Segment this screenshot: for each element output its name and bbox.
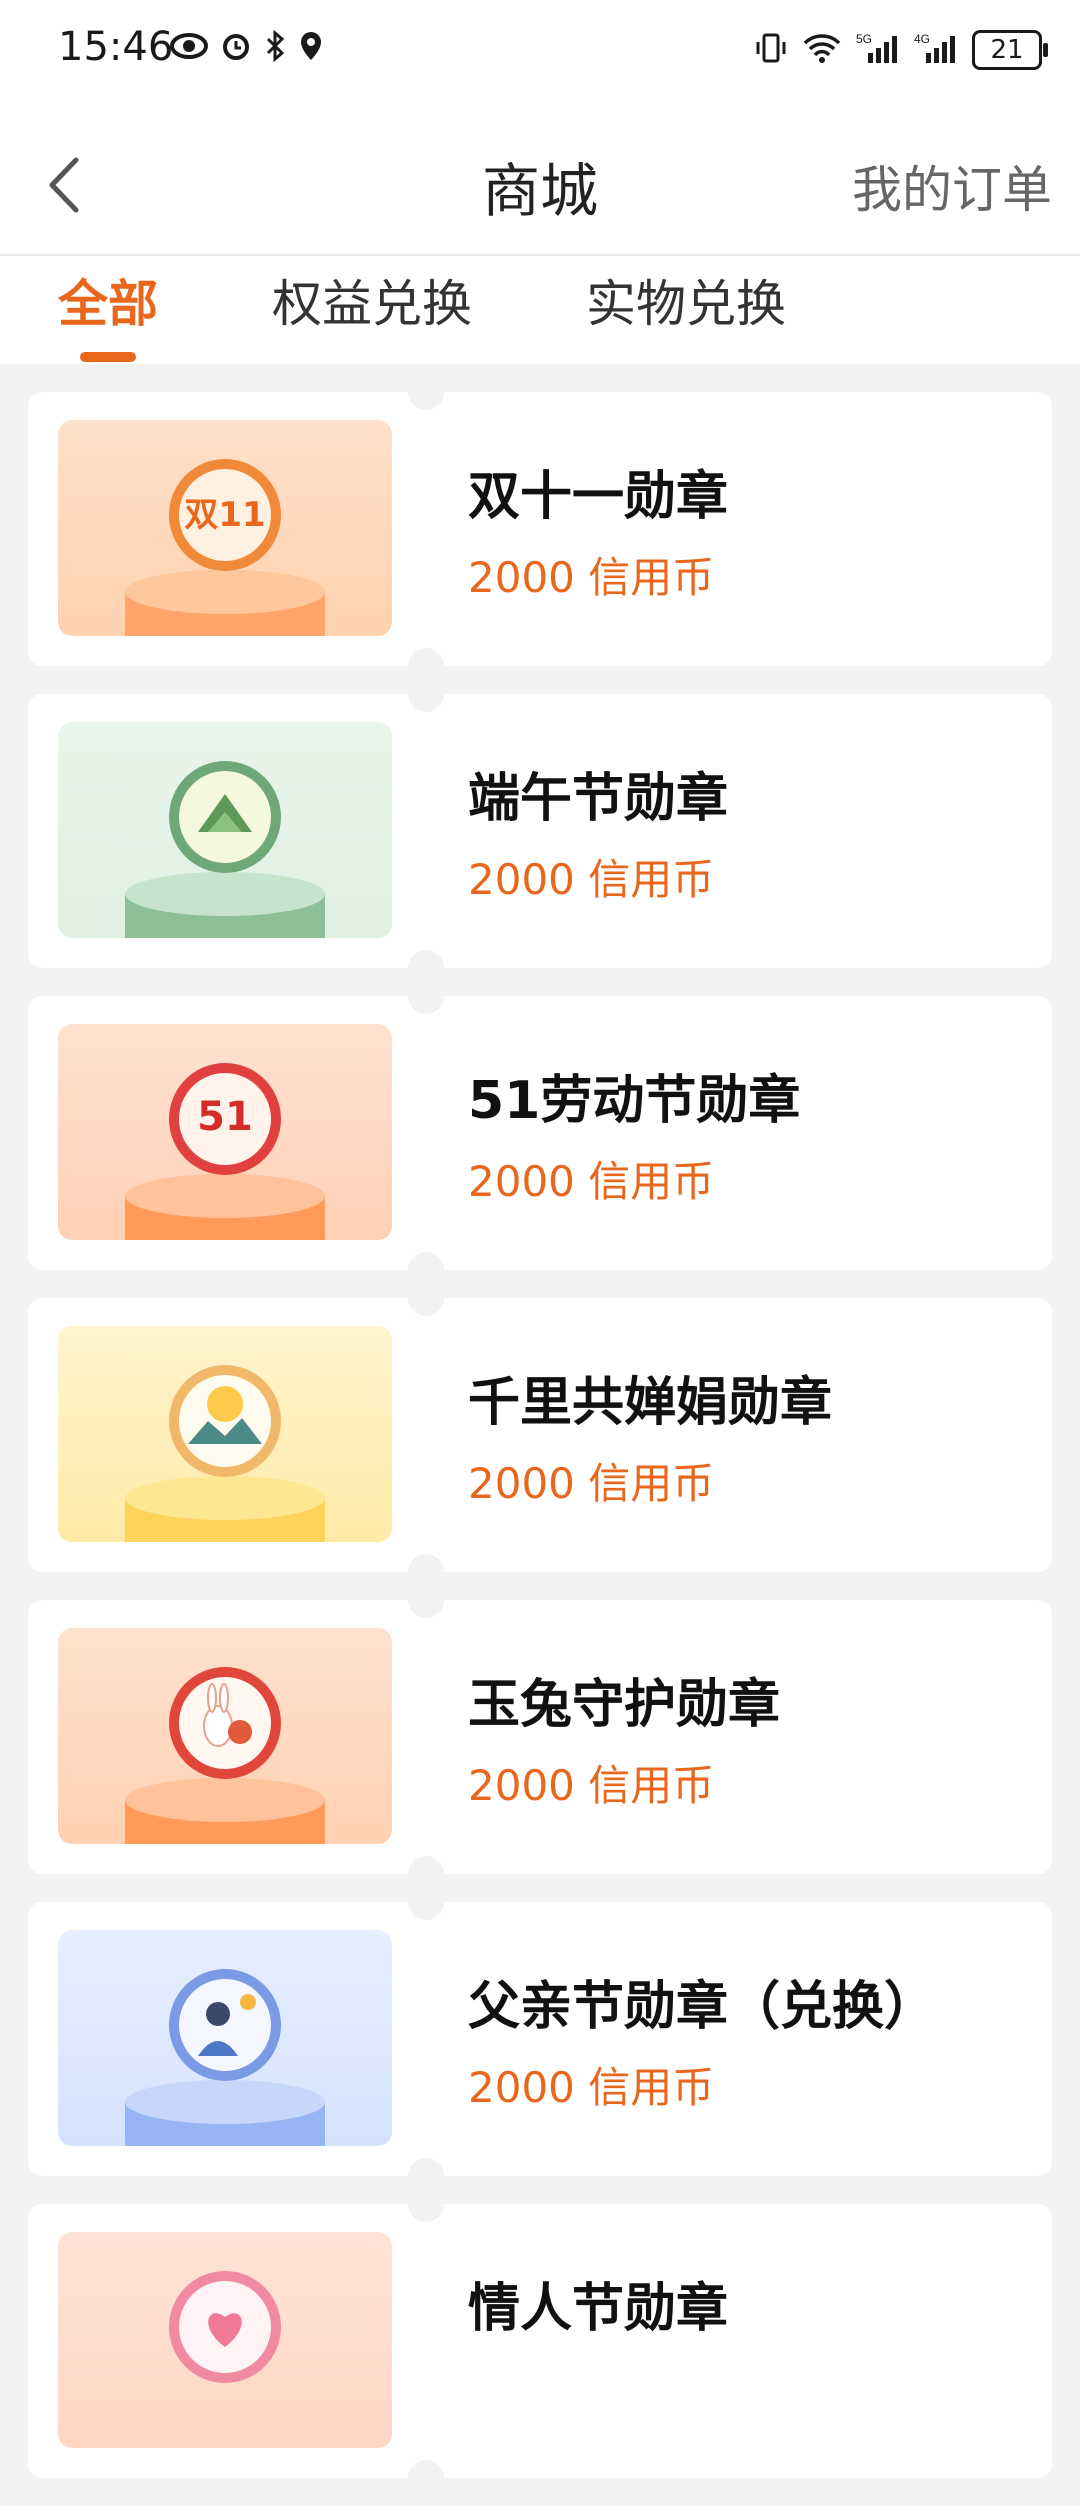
status-bar: 15:46 5G 4G 21: [0, 0, 1080, 110]
medal-double11-icon: 双11: [58, 420, 392, 636]
medal-badge-text: 51: [197, 1094, 253, 1140]
medal-moon-icon: [58, 1326, 392, 1542]
product-name: 情人节勋章: [468, 2279, 729, 2339]
list-item[interactable]: 51 51劳动节勋章 2000 信用币: [28, 978, 1052, 1288]
medal-fathers-day-icon: [58, 1930, 392, 2146]
5g-signal-icon: 5G: [856, 31, 900, 69]
product-image: 双11: [58, 420, 392, 636]
product-price: 2000 信用币: [468, 2063, 715, 2112]
svg-text:5G: 5G: [856, 32, 872, 46]
product-name: 千里共婵娟勋章: [468, 1373, 833, 1433]
product-image: [58, 1930, 392, 2146]
product-name: 端午节勋章: [468, 769, 729, 829]
my-orders-link[interactable]: 我的订单: [852, 150, 1052, 222]
battery-icon: 21: [972, 30, 1048, 70]
medal-valentine-icon: [58, 2232, 392, 2448]
tab-all[interactable]: 全部: [58, 264, 158, 336]
product-price: 2000 信用币: [468, 1459, 715, 1508]
product-name: 双十一勋章: [468, 467, 729, 527]
4g-signal-icon: 4G: [914, 31, 958, 69]
medal-jade-rabbit-icon: [58, 1628, 392, 1844]
tab-rights-exchange[interactable]: 权益兑换: [272, 264, 472, 336]
product-image: [58, 2232, 392, 2448]
product-price: 2000 信用币: [468, 1761, 715, 1810]
list-item[interactable]: 情人节勋章: [28, 2186, 1052, 2496]
location-icon: [298, 30, 324, 66]
product-name: 父亲节勋章（兑换）: [468, 1977, 937, 2037]
top-nav: 商城 我的订单: [0, 110, 1080, 256]
list-item[interactable]: 双11 双十一勋章 2000 信用币: [28, 374, 1052, 684]
status-time: 15:46: [58, 24, 174, 70]
vibrate-icon: [754, 32, 788, 68]
product-price: 2000 信用币: [468, 855, 715, 904]
list-item[interactable]: 父亲节勋章（兑换） 2000 信用币: [28, 1884, 1052, 2194]
medal-labor-day-icon: 51: [58, 1024, 392, 1240]
product-image: [58, 1326, 392, 1542]
tab-indicator: [80, 352, 136, 362]
svg-text:4G: 4G: [914, 32, 930, 46]
product-name: 51劳动节勋章: [468, 1071, 801, 1131]
product-image: 51: [58, 1024, 392, 1240]
product-price: 2000 信用币: [468, 553, 715, 602]
category-tabs: 全部 权益兑换 实物兑换: [0, 256, 1080, 364]
product-image: [58, 1628, 392, 1844]
product-list: 双11 双十一勋章 2000 信用币 端午节勋章 2000 信用币 51 51劳…: [28, 374, 1052, 2506]
wifi-icon: [802, 32, 842, 68]
list-item[interactable]: 端午节勋章 2000 信用币: [28, 676, 1052, 986]
status-right-icons: 5G 4G 21: [754, 30, 1048, 70]
medal-badge-text: 双11: [184, 495, 265, 535]
list-item[interactable]: 千里共婵娟勋章 2000 信用币: [28, 1280, 1052, 1590]
medal-zongzi-icon: [58, 722, 392, 938]
list-item[interactable]: 玉兔守护勋章 2000 信用币: [28, 1582, 1052, 1892]
status-left-icons: [170, 29, 324, 66]
bluetooth-icon: [264, 29, 286, 66]
product-image: [58, 722, 392, 938]
product-name: 玉兔守护勋章: [468, 1675, 781, 1735]
tab-physical-exchange[interactable]: 实物兑换: [586, 264, 786, 336]
alarm-icon: [220, 30, 252, 66]
eye-icon: [170, 32, 208, 64]
product-price: 2000 信用币: [468, 1157, 715, 1206]
